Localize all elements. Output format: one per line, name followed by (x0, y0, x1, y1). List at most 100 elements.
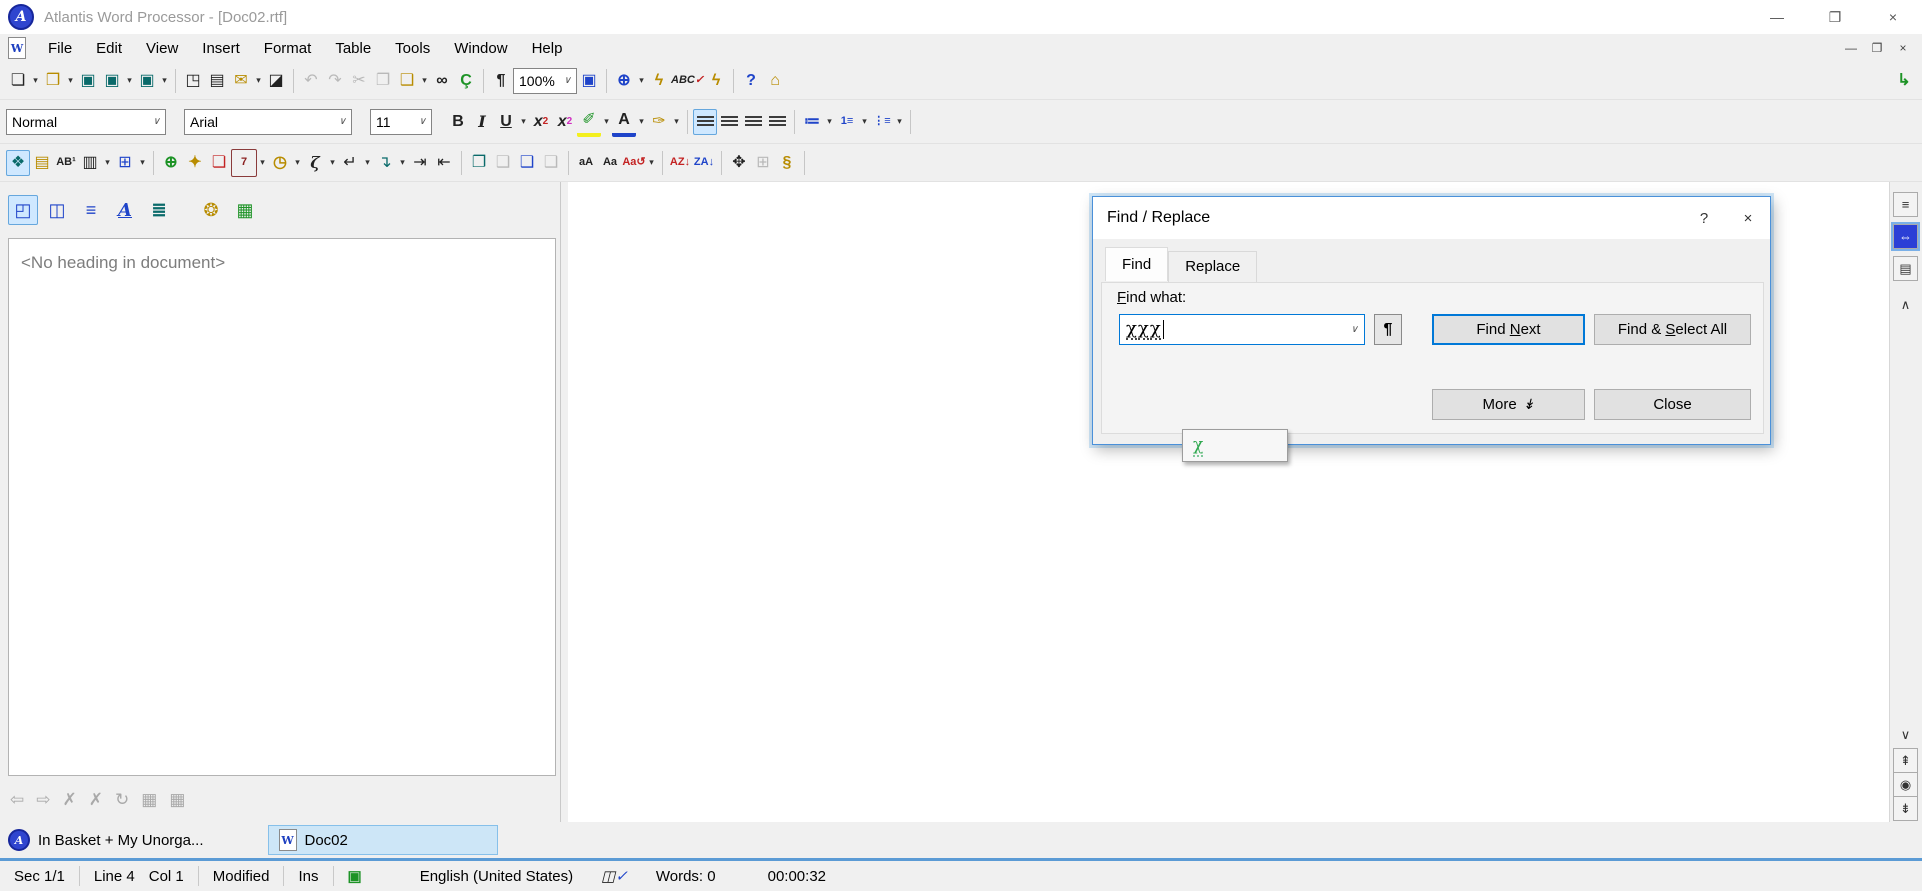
find-select-all-button[interactable]: Find & Select All (1594, 314, 1751, 345)
paste-dropdown-icon[interactable]: ▾ (419, 68, 430, 94)
menu-file[interactable]: File (36, 37, 84, 60)
autocomplete-popup[interactable]: χ (1182, 429, 1288, 462)
font-combo[interactable]: Arial ∨ (184, 108, 352, 135)
heading-expand-icon[interactable]: ▦ (169, 790, 185, 810)
style-combo[interactable]: Normal ∨ (6, 108, 166, 135)
document-tab-doc02[interactable]: W Doc02 (267, 825, 498, 855)
open-icon[interactable]: ❒ (41, 68, 65, 94)
menu-edit[interactable]: Edit (84, 37, 134, 60)
hyperlink-icon[interactable]: ⊕ (159, 150, 183, 176)
insert-date-icon[interactable]: 7 (231, 148, 257, 177)
menu-format[interactable]: Format (252, 37, 324, 60)
list-pane-icon[interactable]: ≣ (144, 195, 174, 225)
scroll-up-icon[interactable]: ∧ (1893, 292, 1918, 317)
menu-insert[interactable]: Insert (190, 37, 252, 60)
format-painter-icon[interactable]: ✑ (647, 109, 671, 135)
font-color-dropdown-icon[interactable]: ▾ (636, 109, 647, 135)
nav-back-icon[interactable]: ⇦ (10, 790, 24, 810)
find-what-input[interactable]: χ χ χ ∨ (1119, 314, 1365, 345)
columns-dropdown-icon[interactable]: ▾ (102, 150, 113, 176)
tab-find[interactable]: Find (1105, 247, 1169, 281)
dialog-close-button[interactable]: × (1726, 198, 1770, 238)
uppercase-icon[interactable]: aA (574, 150, 598, 176)
browse-next-icon[interactable]: ⇟ (1893, 796, 1918, 821)
table-tools-icon[interactable]: ⊞ (751, 150, 775, 176)
multilevel-list-icon[interactable]: ⋮≡ (870, 109, 894, 135)
autoformat-icon[interactable]: ϟ (704, 68, 728, 94)
font-size-combo[interactable]: 11 ∨ (370, 108, 432, 135)
symbol-dropdown-icon[interactable]: ▾ (327, 150, 338, 176)
email-dropdown-icon[interactable]: ▾ (253, 68, 264, 94)
combo-arrow-icon[interactable]: ∨ (1351, 324, 1358, 335)
menu-table[interactable]: Table (323, 37, 383, 60)
full-screen-icon[interactable]: ▣ (577, 68, 601, 94)
autosave-disk-icon[interactable]: ▣ (334, 867, 376, 885)
web-preview-icon[interactable]: ⊕ (612, 68, 636, 94)
paste-special-icon[interactable]: ❑ (515, 150, 539, 176)
column-break-icon[interactable]: ⇥ (408, 150, 432, 176)
superscript-icon[interactable]: x2 (529, 109, 553, 135)
column-indicator[interactable]: Col 1 (149, 868, 198, 885)
special-symbol-icon[interactable]: ζ (303, 150, 327, 176)
paste-formatting-icon[interactable]: ❑ (491, 150, 515, 176)
footnote-icon[interactable]: AB¹ (54, 150, 78, 176)
headings-list[interactable]: <No heading in document> (8, 238, 556, 776)
date-dropdown-icon[interactable]: ▾ (257, 150, 268, 176)
spellcheck-icon[interactable]: ABC ✓ (671, 68, 704, 94)
paste-icon[interactable]: ❑ (395, 68, 419, 94)
mdi-restore-button[interactable]: ❐ (1864, 37, 1890, 59)
text-break-icon[interactable]: ⇤ (432, 150, 456, 176)
format-painter-dropdown-icon[interactable]: ▾ (671, 109, 682, 135)
document-control-icon[interactable]: W (8, 37, 26, 59)
session-timer[interactable]: 00:00:32 (754, 868, 840, 885)
preview-pane-icon[interactable]: ◰ (8, 195, 38, 225)
more-button[interactable]: More ↡ (1432, 389, 1585, 420)
bullet-list-icon[interactable]: ≔ (800, 109, 824, 135)
page-break-icon[interactable]: ↵ (338, 150, 362, 176)
browse-object-icon[interactable]: ◉ (1893, 772, 1918, 797)
find-icon[interactable]: ∞ (430, 68, 454, 94)
capitalize-icon[interactable]: Aa (598, 150, 622, 176)
layout-view-icon[interactable]: ⇔ (1893, 224, 1918, 249)
browse-previous-icon[interactable]: ⇞ (1893, 748, 1918, 773)
save-all-icon[interactable]: ▣ (100, 68, 124, 94)
tab-replace[interactable]: Replace (1168, 251, 1258, 285)
align-right-icon[interactable] (741, 109, 765, 135)
open-dropdown-icon[interactable]: ▾ (65, 68, 76, 94)
email-icon[interactable]: ✉ (229, 68, 253, 94)
zoom-combo[interactable]: 100% ∨ (513, 67, 577, 94)
nav-forward-icon[interactable]: ⇨ (36, 790, 50, 810)
paste-unformatted-icon[interactable]: ❑ (539, 150, 563, 176)
section-break-dropdown-icon[interactable]: ▾ (397, 150, 408, 176)
address-card-icon[interactable]: ◪ (264, 68, 288, 94)
replace-icon[interactable]: Ç (454, 68, 478, 94)
web-dropdown-icon[interactable]: ▾ (636, 68, 647, 94)
section-break-icon[interactable]: ↴ (373, 150, 397, 176)
word-count[interactable]: Words: 0 (642, 868, 730, 885)
menu-view[interactable]: View (134, 37, 190, 60)
subscript-icon[interactable]: x2 (553, 109, 577, 135)
table-dropdown-icon[interactable]: ▾ (137, 150, 148, 176)
hyphenation-icon[interactable]: § (775, 150, 799, 176)
align-justify-icon[interactable] (765, 109, 789, 135)
section-indicator[interactable]: Sec 1/1 (0, 868, 79, 885)
save-special-icon[interactable]: ▣ (135, 68, 159, 94)
show-formatting-marks-icon[interactable]: ¶ (489, 68, 513, 94)
underline-icon[interactable]: U (494, 109, 518, 135)
page-break-dropdown-icon[interactable]: ▾ (362, 150, 373, 176)
heading-demote-icon[interactable]: ✗ (63, 790, 77, 810)
redo-icon[interactable]: ↷ (323, 68, 347, 94)
minimize-button[interactable]: — (1748, 1, 1806, 33)
save-special-dropdown-icon[interactable]: ▾ (159, 68, 170, 94)
highlight-dropdown-icon[interactable]: ▾ (601, 109, 612, 135)
mdi-close-button[interactable]: × (1890, 37, 1916, 59)
bookmark-icon[interactable]: ✦ (183, 150, 207, 176)
help-icon[interactable]: ? (739, 68, 763, 94)
outline-view-icon[interactable]: ▤ (1893, 256, 1918, 281)
bold-icon[interactable]: B (446, 109, 470, 135)
menu-tools[interactable]: Tools (383, 37, 442, 60)
multilevel-dropdown-icon[interactable]: ▾ (894, 109, 905, 135)
copy-formatting-icon[interactable]: ❐ (467, 150, 491, 176)
sort-descending-icon[interactable]: ZA↓ (692, 150, 716, 176)
close-dialog-button[interactable]: Close (1594, 389, 1751, 420)
